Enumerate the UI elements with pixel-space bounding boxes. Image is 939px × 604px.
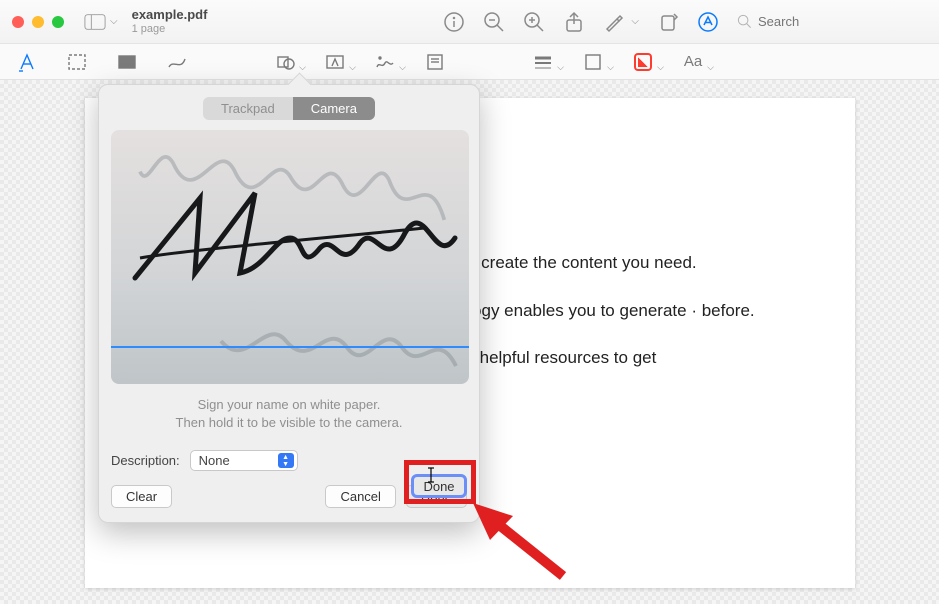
cancel-button[interactable]: Cancel: [325, 485, 395, 508]
signature-capture-popover: Trackpad Camera Sign your name on white …: [98, 84, 480, 523]
clear-button[interactable]: Clear: [111, 485, 172, 508]
search-field[interactable]: [737, 14, 927, 29]
markup-toolbar: Aa: [0, 44, 939, 80]
minimize-window-button[interactable]: [32, 16, 44, 28]
description-value: None: [199, 453, 230, 468]
text-style-icon[interactable]: Aa: [682, 51, 704, 73]
close-window-button[interactable]: [12, 16, 24, 28]
fill-color-icon[interactable]: [632, 51, 654, 73]
fill-color-swatch: [634, 53, 652, 71]
toolbar-actions: ⌵: [443, 11, 927, 33]
document-page-count: 1 page: [132, 23, 208, 35]
note-tool-icon[interactable]: [424, 51, 446, 73]
rotate-icon[interactable]: [657, 11, 679, 33]
highlight-icon[interactable]: [603, 11, 625, 33]
signature-instructions: Sign your name on white paper. Then hold…: [111, 396, 467, 432]
description-select[interactable]: None ........ ▲▼: [190, 450, 298, 471]
search-input[interactable]: [758, 14, 898, 29]
search-icon: [737, 14, 752, 29]
camera-baseline-guide: [111, 346, 469, 348]
description-label: Description:: [111, 453, 180, 468]
border-style-icon[interactable]: [532, 51, 554, 73]
border-color-icon[interactable]: [582, 51, 604, 73]
signature-mirror-icon: [211, 316, 461, 384]
zoom-in-icon[interactable]: [523, 11, 545, 33]
window-traffic-lights: [12, 16, 64, 28]
markup-icon[interactable]: [697, 11, 719, 33]
redact-tool-icon[interactable]: [116, 51, 138, 73]
document-title-block: example.pdf 1 page: [132, 8, 208, 34]
sketch-tool-icon[interactable]: [166, 51, 188, 73]
signature-main-icon: [125, 178, 465, 298]
text-tool-icon[interactable]: [324, 51, 346, 73]
document-filename: example.pdf: [132, 8, 208, 22]
window-titlebar: ⌵ example.pdf 1 page ⌵: [0, 0, 939, 44]
fullscreen-window-button[interactable]: [52, 16, 64, 28]
rect-selection-tool-icon[interactable]: [66, 51, 88, 73]
chevron-down-icon: ⌵: [110, 16, 118, 27]
sidebar-toggle-button[interactable]: ⌵: [84, 13, 118, 31]
done-button-focused[interactable]: Done: [411, 474, 467, 498]
shapes-tool-icon[interactable]: [274, 51, 296, 73]
signature-mode-segmented-control: Trackpad Camera: [111, 97, 467, 120]
camera-preview: [111, 130, 469, 384]
share-icon[interactable]: [563, 11, 585, 33]
info-icon[interactable]: [443, 11, 465, 33]
sign-tool-icon[interactable]: [374, 51, 396, 73]
zoom-out-icon[interactable]: [483, 11, 505, 33]
select-stepper-icon: ▲▼: [278, 453, 294, 468]
text-selection-tool-icon[interactable]: [16, 51, 38, 73]
tab-camera[interactable]: Camera: [293, 97, 375, 120]
chevron-down-icon[interactable]: ⌵: [631, 16, 639, 27]
tab-trackpad[interactable]: Trackpad: [203, 97, 293, 120]
